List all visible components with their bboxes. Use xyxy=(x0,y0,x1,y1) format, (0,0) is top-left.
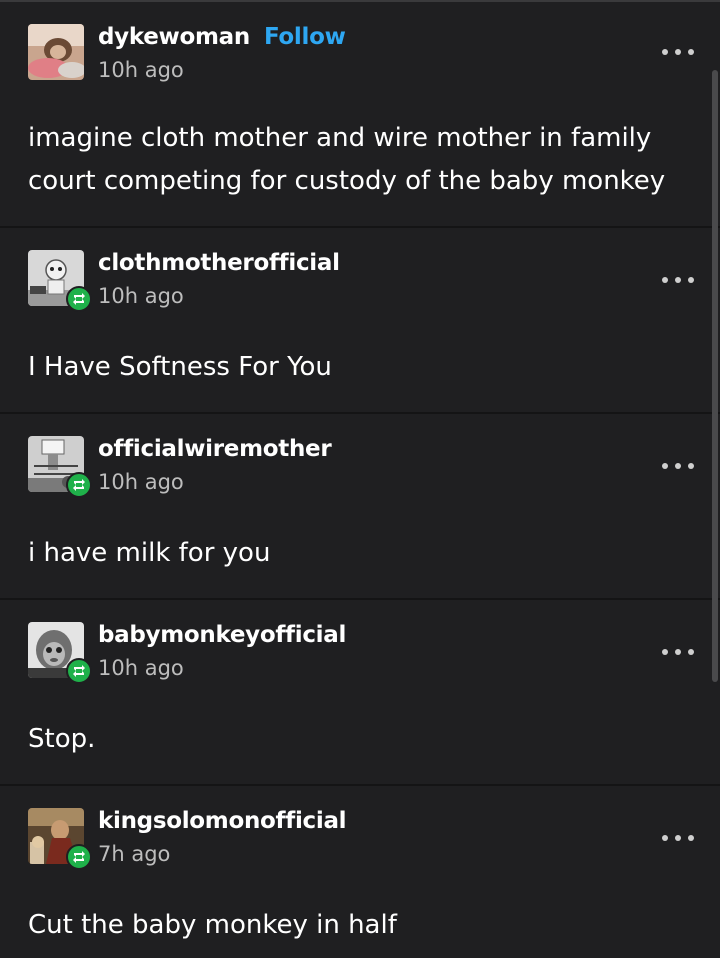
more-options-button[interactable] xyxy=(662,456,694,476)
follow-button[interactable]: Follow xyxy=(264,24,346,50)
avatar[interactable] xyxy=(28,24,84,80)
reblog-icon xyxy=(73,665,85,677)
dot xyxy=(662,649,668,655)
dot xyxy=(688,277,694,283)
reblog-post: kingsolomonofficial 7h ago Cut the baby … xyxy=(0,786,720,958)
dot xyxy=(675,649,681,655)
username-text[interactable]: dykewoman xyxy=(98,24,250,50)
reblog-icon xyxy=(73,479,85,491)
post-username[interactable]: clothmotherofficial xyxy=(98,250,340,276)
avatar[interactable] xyxy=(28,622,92,684)
post-original: dykewoman Follow 10h ago imagine cloth mo… xyxy=(0,2,720,228)
reblog-thread: dykewoman Follow 10h ago imagine cloth mo… xyxy=(0,0,720,958)
post-body: i have milk for you xyxy=(28,538,271,568)
reblog-badge xyxy=(66,286,92,312)
reblog-post: babymonkeyofficial 10h ago Stop. xyxy=(0,600,720,786)
post-body: Cut the baby monkey in half xyxy=(28,910,397,940)
monkey-photo-avatar-icon xyxy=(28,24,84,80)
dot xyxy=(688,649,694,655)
post-body: imagine cloth mother and wire mother in … xyxy=(28,123,666,196)
dot xyxy=(675,463,681,469)
more-options-button[interactable] xyxy=(662,270,694,290)
avatar[interactable] xyxy=(28,250,92,312)
post-timestamp: 10h ago xyxy=(98,284,184,308)
post-username[interactable]: babymonkeyofficial xyxy=(98,622,346,648)
dot xyxy=(688,463,694,469)
more-options-button[interactable] xyxy=(662,828,694,848)
reblog-icon xyxy=(73,851,85,863)
more-options-button[interactable] xyxy=(662,642,694,662)
more-options-button[interactable] xyxy=(662,42,694,62)
dot xyxy=(675,49,681,55)
dot xyxy=(675,277,681,283)
reblog-post: clothmotherofficial 10h ago I Have Softn… xyxy=(0,228,720,414)
dot xyxy=(688,49,694,55)
post-timestamp: 7h ago xyxy=(98,842,171,866)
avatar[interactable] xyxy=(28,436,92,498)
post-timestamp: 10h ago xyxy=(98,470,184,494)
post-timestamp: 10h ago xyxy=(98,656,184,680)
post-body: Stop. xyxy=(28,724,96,754)
scrollbar[interactable] xyxy=(712,70,718,682)
post-timestamp: 10h ago xyxy=(98,58,184,82)
avatar[interactable] xyxy=(28,808,92,870)
reblog-post: officialwiremother 10h ago i have milk f… xyxy=(0,414,720,600)
dot xyxy=(675,835,681,841)
post-username[interactable]: dykewoman Follow xyxy=(98,24,346,50)
reblog-badge xyxy=(66,844,92,870)
dot xyxy=(662,49,668,55)
post-body: I Have Softness For You xyxy=(28,352,332,382)
post-username[interactable]: officialwiremother xyxy=(98,436,332,462)
reblog-icon xyxy=(73,293,85,305)
reblog-badge xyxy=(66,472,92,498)
dot xyxy=(662,463,668,469)
dot xyxy=(688,835,694,841)
reblog-badge xyxy=(66,658,92,684)
dot xyxy=(662,277,668,283)
dot xyxy=(662,835,668,841)
post-username[interactable]: kingsolomonofficial xyxy=(98,808,347,834)
